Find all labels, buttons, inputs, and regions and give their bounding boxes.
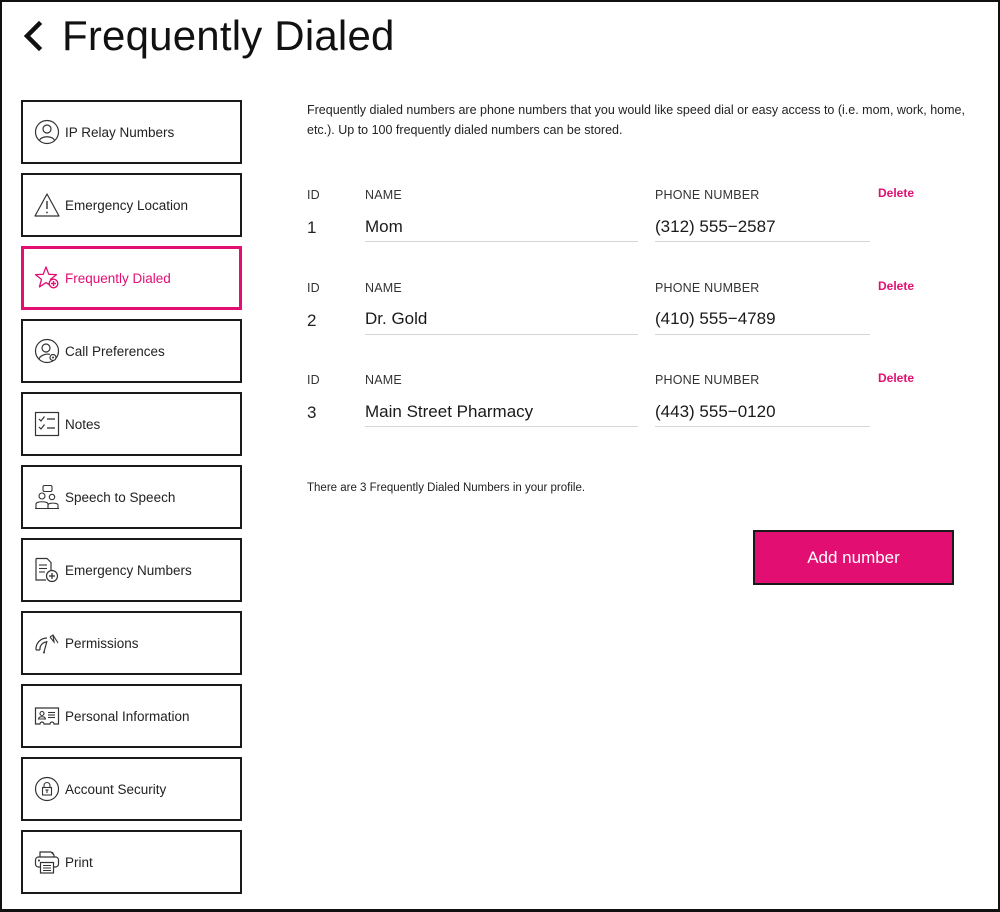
sidebar-item-label: Emergency Location [65, 197, 189, 213]
sidebar-item-ip-relay-numbers[interactable]: IP Relay Numbers [21, 100, 242, 164]
sidebar-item-print[interactable]: Print [21, 830, 242, 894]
delete-link[interactable]: Delete [878, 279, 914, 293]
name-column-label: NAME [365, 373, 402, 387]
sidebar-item-permissions[interactable]: Permissions [21, 611, 242, 675]
id-column-label: ID [307, 280, 320, 295]
sidebar-item-account-security[interactable]: Account Security [21, 757, 242, 821]
frequently-dialed-list: ID NAME PHONE NUMBER Delete 1 ID NAME PH… [307, 186, 987, 466]
sidebar-item-call-preferences[interactable]: Call Preferences [21, 319, 242, 383]
sidebar-item-label: Emergency Numbers [65, 562, 192, 578]
star-plus-icon [34, 265, 60, 291]
page-title: Frequently Dialed [62, 12, 395, 59]
id-card-icon [34, 703, 60, 729]
list-item: ID NAME PHONE NUMBER Delete 1 [307, 186, 987, 281]
sidebar-item-personal-information[interactable]: Personal Information [21, 684, 242, 748]
sidebar-item-label: Notes [65, 416, 101, 432]
phone-column-label: PHONE NUMBER [655, 280, 760, 295]
intro-text: Frequently dialed numbers are phone numb… [307, 103, 965, 137]
sidebar-item-label: Frequently Dialed [65, 270, 171, 286]
entry-count-text: There are 3 Frequently Dialed Numbers in… [307, 482, 586, 494]
user-circle-icon [34, 119, 60, 145]
sidebar-item-notes[interactable]: Notes [21, 392, 242, 456]
sidebar-item-emergency-numbers[interactable]: Emergency Numbers [21, 538, 242, 602]
sidebar-item-label: Call Preferences [65, 343, 165, 359]
page-header: Frequently Dialed [22, 12, 395, 60]
name-input[interactable] [365, 304, 638, 335]
gauge-icon [34, 630, 60, 656]
sidebar-item-label: Personal Information [65, 708, 190, 724]
name-input[interactable] [365, 397, 638, 427]
printer-icon [34, 849, 60, 875]
main-content: Frequently dialed numbers are phone numb… [307, 100, 987, 585]
sidebar-item-frequently-dialed[interactable]: Frequently Dialed [21, 246, 242, 310]
chevron-left-icon [23, 21, 43, 51]
phone-input[interactable] [655, 212, 870, 242]
back-button[interactable] [22, 14, 50, 58]
name-column-label: NAME [365, 188, 402, 202]
name-input[interactable] [365, 212, 638, 242]
sidebar-item-label: Speech to Speech [65, 489, 176, 505]
delete-link[interactable]: Delete [878, 186, 914, 200]
document-plus-icon [34, 557, 60, 583]
sidebar-item-label: Print [65, 854, 93, 870]
checklist-icon [34, 411, 60, 437]
entry-id: 2 [307, 310, 317, 330]
sidebar-nav: IP Relay Numbers Emergency Location Freq… [21, 100, 242, 903]
sidebar-item-label: IP Relay Numbers [65, 124, 175, 140]
delete-link[interactable]: Delete [878, 371, 914, 385]
name-column-label: NAME [365, 280, 402, 295]
list-item: ID NAME PHONE NUMBER Delete 3 [307, 371, 987, 466]
people-chat-icon [34, 484, 60, 510]
add-number-button[interactable]: Add number [753, 530, 954, 585]
list-item: ID NAME PHONE NUMBER Delete 2 [307, 279, 987, 374]
entry-id: 1 [307, 218, 317, 237]
sidebar-item-emergency-location[interactable]: Emergency Location [21, 173, 242, 237]
warning-triangle-icon [34, 192, 60, 218]
sidebar-item-label: Permissions [65, 635, 139, 651]
phone-input[interactable] [655, 304, 870, 335]
entry-id: 3 [307, 403, 317, 422]
sidebar-item-speech-to-speech[interactable]: Speech to Speech [21, 465, 242, 529]
phone-input[interactable] [655, 397, 870, 427]
phone-column-label: PHONE NUMBER [655, 373, 760, 387]
sidebar-item-label: Account Security [65, 781, 167, 797]
lock-circle-icon [34, 776, 60, 802]
id-column-label: ID [307, 373, 320, 387]
phone-column-label: PHONE NUMBER [655, 188, 760, 202]
id-column-label: ID [307, 188, 320, 202]
user-gear-icon [34, 338, 60, 364]
